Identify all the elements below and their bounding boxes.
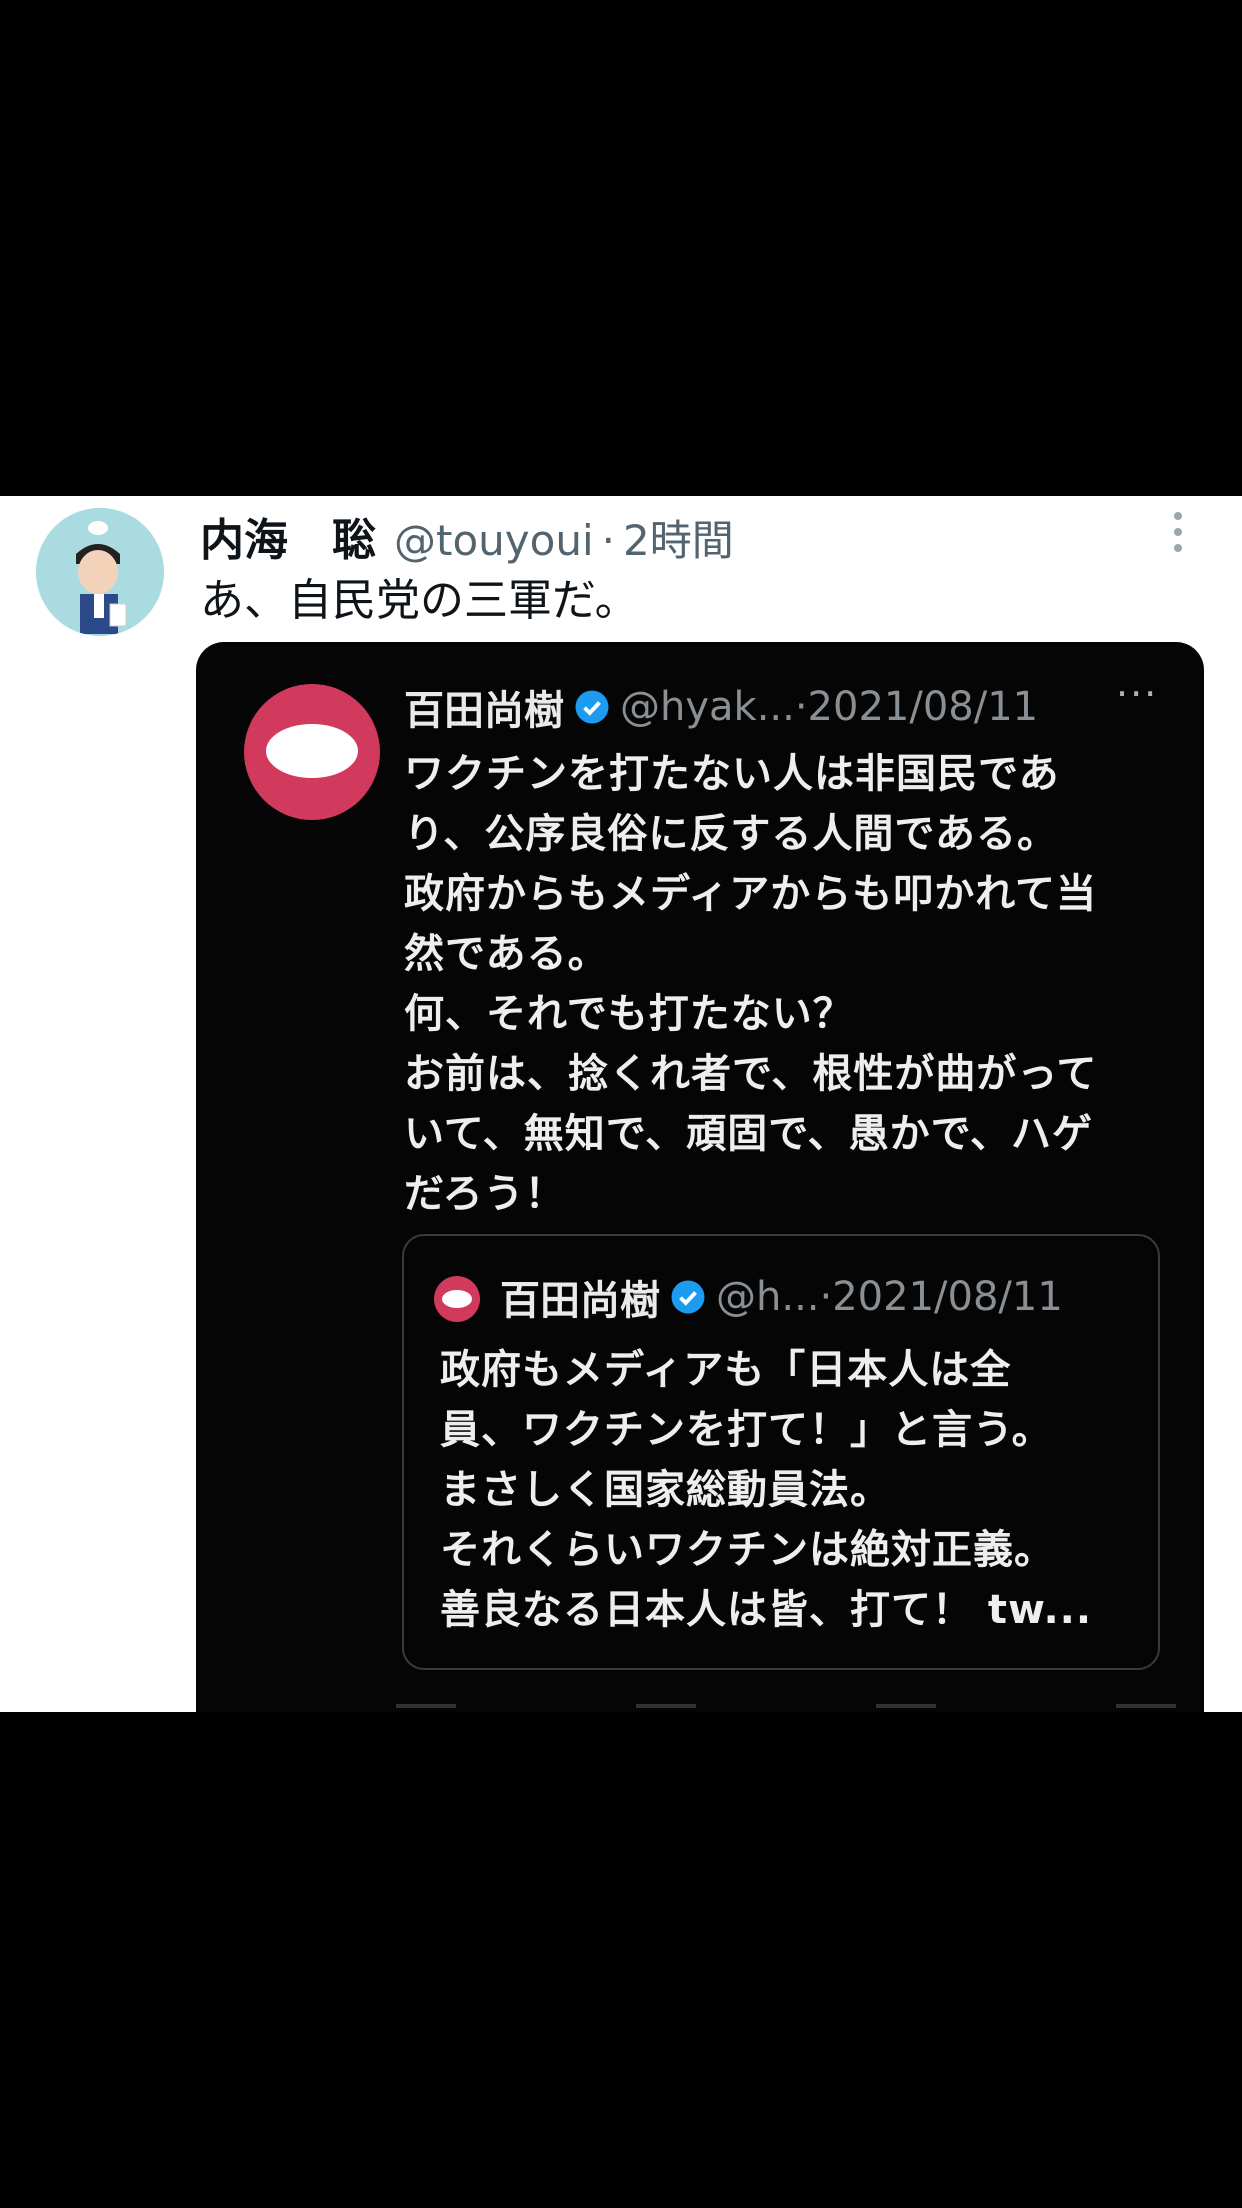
quoted-line: お前は、捻くれ者で、根性が曲がって [404,1051,1098,1097]
quoted-body: ワクチンを打たない人は非国民であ り、公序良俗に反する人間である。 政府からもメ… [404,744,1164,1224]
black-letterbox-bottom [0,1712,1242,2208]
quoted-line: ワクチンを打たない人は非国民であ [404,751,1060,797]
quoted-more-icon: ··· [1116,672,1159,716]
attached-image[interactable]: 百田尚樹 @hyak... ·2021/08/11 ··· ワクチンを打たない人… [196,642,1204,1712]
avatar-illustration-icon [36,508,164,636]
quoted-author-name: 百田尚樹 [404,688,564,734]
quoted-avatar [244,684,380,820]
inner-quote-line: 善良なる日本人は皆、打て！ tw... [440,1587,1093,1633]
tweet-text: あ、自民党の三軍だ。 [200,575,639,626]
reply-icon [396,1704,456,1708]
inner-quote-line: それくらいワクチンは絶対正義。 [440,1527,1055,1573]
inner-quote-card: 百田尚樹 @h... ·2021/08/11 政府もメディアも「日本人は全 員、… [402,1234,1160,1670]
quoted-line: 何、それでも打たない？ [404,991,854,1037]
like-icon [876,1704,936,1708]
quoted-line: だろう！ [404,1171,566,1217]
quoted-line: いて、無知で、頑固で、愚かで、ハゲ [404,1111,1093,1157]
inner-quote-line: まさしく国家総動員法。 [440,1467,891,1513]
quoted-header: 百田尚樹 @hyak... ·2021/08/11 [404,678,1038,736]
separator: · [601,516,615,565]
share-icon [1116,1704,1176,1708]
quoted-handle: @hyak... [620,684,795,730]
inner-quote-avatar [434,1276,480,1322]
tweet-header: 内海 聡 @touyoui · 2時間 [200,504,734,566]
inner-quote-date: ·2021/08/11 [819,1274,1063,1320]
inner-quote-author-name: 百田尚樹 [500,1278,660,1324]
quoted-line: り、公序良俗に反する人間である。 [404,811,1058,857]
author-handle[interactable]: @touyoui [394,516,594,565]
retweet-icon [636,1704,696,1708]
quoted-action-bar [396,1704,1176,1712]
verified-badge-icon [671,1280,705,1314]
inner-quote-handle: @h... [716,1274,820,1320]
inner-quote-body: 政府もメディアも「日本人は全 員、ワクチンを打て！」と言う。 まさしく国家総動員… [440,1340,1140,1640]
verified-badge-icon [575,690,609,724]
black-letterbox-top [0,0,1242,496]
tweet[interactable]: 内海 聡 @touyoui · 2時間 あ、自民党の三軍だ。 百田尚樹 @hya… [0,496,1242,1712]
inner-quote-line: 政府もメディアも「日本人は全 [440,1347,1012,1393]
quoted-line: 政府からもメディアからも叩かれて当 [404,871,1097,917]
timestamp[interactable]: 2時間 [623,507,734,568]
quoted-line: 然である。 [404,931,609,977]
more-options-icon[interactable] [1166,512,1190,562]
inner-quote-line: 員、ワクチンを打て！」と言う。 [440,1407,1053,1453]
inner-quote-header: 百田尚樹 @h... ·2021/08/11 [500,1268,1063,1326]
avatar[interactable] [36,508,164,636]
author-name[interactable]: 内海 聡 [200,504,376,568]
quoted-date: ·2021/08/11 [794,684,1039,730]
